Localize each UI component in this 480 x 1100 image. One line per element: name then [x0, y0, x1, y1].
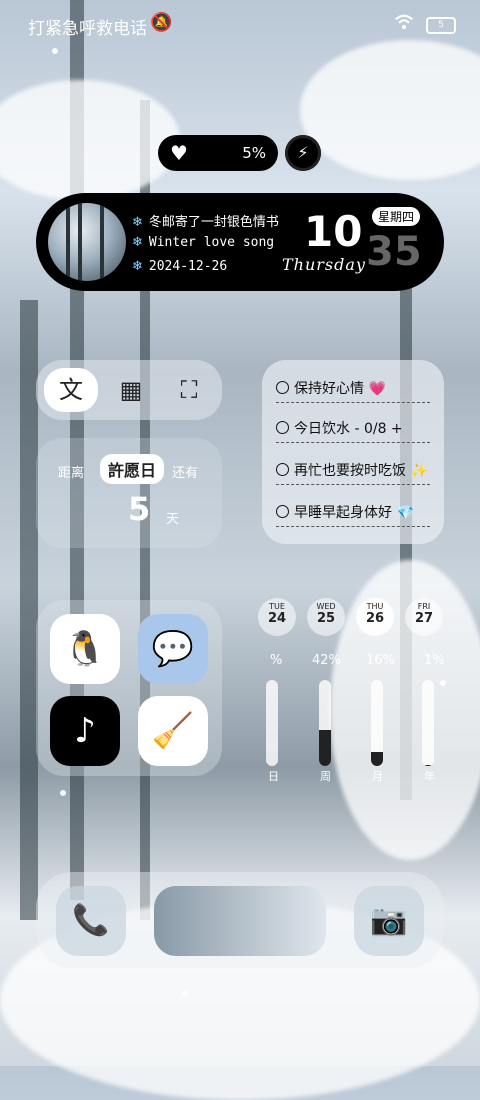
countdown-days: 5: [128, 490, 151, 528]
checkbox-icon[interactable]: [276, 463, 289, 476]
clock-hour: 10: [304, 207, 363, 256]
snowflake-icon: ❄: [132, 259, 143, 274]
calendar-day[interactable]: TUE 24: [258, 598, 296, 636]
dock: 📞 📷: [36, 872, 444, 968]
tiktok-app[interactable]: ♪: [50, 696, 120, 766]
clock-minute: 35: [366, 229, 422, 275]
wechat-app[interactable]: 💬: [138, 614, 208, 684]
stat-percent: 42%: [312, 653, 341, 668]
snowflake-icon: ❄: [132, 215, 143, 230]
photo-widget[interactable]: [154, 886, 326, 956]
wifi-icon: [394, 14, 414, 30]
lightning-icon: ⚡: [285, 135, 321, 171]
countdown-left-label: 距离: [58, 466, 85, 481]
song-line-2: ❄ Winter love song: [132, 235, 275, 250]
day-name: Thursday: [282, 255, 366, 274]
qr-code-icon[interactable]: ▦: [104, 368, 158, 412]
checkbox-icon[interactable]: [276, 421, 289, 434]
todo-item[interactable]: 早睡早起身体好 💎: [276, 502, 430, 527]
countdown-right-label: 还有: [172, 466, 199, 481]
stat-bar: [371, 680, 383, 766]
translate-icon[interactable]: 文: [44, 368, 98, 412]
bell-off-icon: 🔕: [150, 12, 173, 33]
stat-label: 年: [424, 770, 435, 783]
camera-icon[interactable]: 📷: [354, 886, 424, 956]
calendar-day[interactable]: WED 25: [307, 598, 345, 636]
battery-percent: 5%: [242, 144, 266, 162]
todo-widget[interactable]: 保持好心情 💗 今日饮水 - 0/8 + 再忙也要按时吃饭 ✨ 早睡早起身体好 …: [262, 360, 444, 544]
todo-item[interactable]: 再忙也要按时吃饭 ✨: [276, 460, 430, 485]
stat-percent: %: [270, 653, 283, 668]
phone-icon[interactable]: 📞: [56, 886, 126, 956]
battery-icon: 5: [426, 17, 456, 34]
heart-icon: ♥: [170, 141, 188, 165]
scan-icon[interactable]: ⛶: [162, 368, 216, 412]
countdown-unit: 天: [166, 512, 180, 527]
carrier-text: 打紧急呼救电话: [28, 19, 147, 39]
calendar-day-current[interactable]: THU 26: [356, 598, 394, 636]
stat-label: 周: [320, 770, 331, 783]
checkbox-icon[interactable]: [276, 381, 289, 394]
stat-bar: [319, 680, 331, 766]
calendar-day[interactable]: FRI 27: [405, 598, 443, 636]
status-bar: 打紧急呼救电话 🔕 5: [0, 0, 480, 50]
qq-app[interactable]: 🐧: [50, 614, 120, 684]
music-time-widget[interactable]: ❄ 冬邮寄了一封银色情书 ❄ Winter love song ❄ 2024-12-2…: [36, 193, 444, 291]
todo-item[interactable]: 今日饮水 - 0/8 +: [276, 418, 430, 443]
stat-label: 日: [268, 770, 279, 783]
checkbox-icon[interactable]: [276, 505, 289, 518]
stat-percent: 1%: [424, 653, 445, 668]
stat-label: 月: [372, 770, 383, 783]
countdown-event-name: 許愿日: [100, 454, 165, 484]
cleaner-app[interactable]: 🧹: [138, 696, 208, 766]
todo-item[interactable]: 保持好心情 💗: [276, 378, 430, 403]
song-line-3: ❄ 2024-12-26: [132, 259, 228, 274]
album-art: [48, 203, 126, 281]
weekday-badge: 星期四: [372, 207, 421, 226]
stat-percent: 16%: [366, 653, 395, 668]
stat-bar: [422, 680, 434, 766]
stat-bar: [266, 680, 278, 766]
quick-tools-widget: 文 ▦ ⛶: [36, 360, 222, 420]
countdown-widget[interactable]: 距离 許愿日 还有 5 天: [36, 438, 222, 548]
battery-pill-widget[interactable]: ♥ 5%: [158, 135, 278, 171]
snowflake-icon: ❄: [132, 235, 143, 250]
app-grid: 🐧 💬 ♪ 🧹: [36, 600, 222, 776]
song-line-1: ❄ 冬邮寄了一封银色情书: [132, 215, 279, 230]
